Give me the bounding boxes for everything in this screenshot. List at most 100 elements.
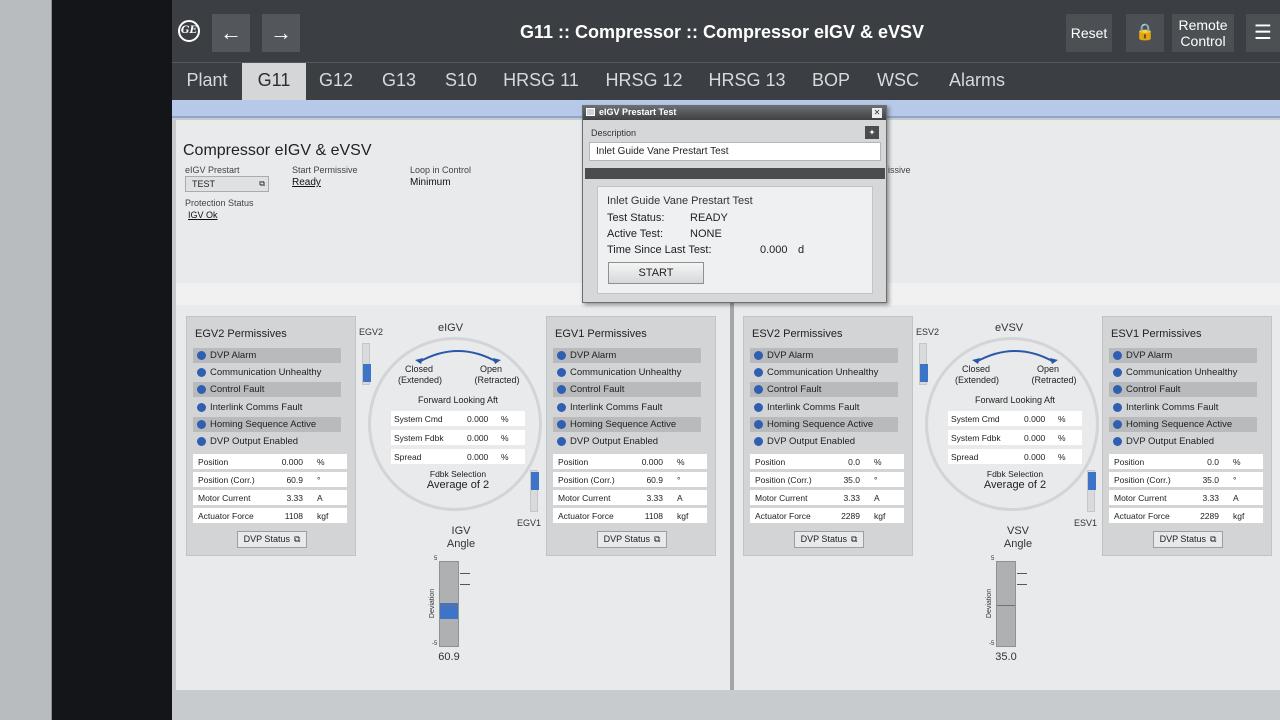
- permissive-row: Interlink Comms Fault: [193, 400, 341, 415]
- dial-value-row: Spread 0.000%: [948, 449, 1082, 464]
- permissive-row: DVP Alarm: [193, 348, 341, 363]
- limit-ticks: [460, 573, 470, 585]
- status-dot-icon: [1113, 419, 1122, 429]
- page-title: G11 :: Compressor :: Compressor eIGV & e…: [519, 22, 925, 42]
- arrow-right-icon: →: [270, 20, 292, 45]
- closed-label: Closed: [404, 364, 433, 374]
- angle-deviation-gauge: [996, 561, 1016, 647]
- close-icon[interactable]: ✕: [872, 108, 882, 118]
- menu-button[interactable]: ☰: [1246, 14, 1280, 52]
- tab-plant[interactable]: Plant: [176, 63, 238, 101]
- test-status-value: READY: [690, 212, 728, 224]
- dvp-status-button[interactable]: DVP Status ⧉: [597, 531, 667, 548]
- value-label: Position (Corr.): [198, 475, 255, 485]
- value-label: Position (Corr.): [1114, 475, 1171, 485]
- forward-button[interactable]: →: [262, 14, 300, 52]
- fdbk-selection-value: Average of 2: [983, 479, 1047, 491]
- value-number: 35.0: [843, 475, 860, 485]
- popup-icon: ⧉: [259, 179, 265, 188]
- permissive-row: Interlink Comms Fault: [1109, 400, 1257, 415]
- value-unit: A: [1233, 493, 1239, 503]
- tab-wsc[interactable]: WSC: [870, 63, 926, 101]
- value-row: Position 0.000%: [193, 454, 347, 469]
- description-field[interactable]: Inlet Guide Vane Prestart Test: [589, 142, 881, 161]
- start-button[interactable]: START: [608, 262, 704, 284]
- start-permissive-link[interactable]: Ready: [292, 177, 321, 188]
- dial-value-number: 0.000: [1024, 452, 1046, 462]
- tab-hrsg13[interactable]: HRSG 13: [702, 63, 792, 101]
- bottom-frame: [172, 690, 1280, 720]
- value-label: Position: [1114, 457, 1145, 467]
- dial-value-number: 0.000: [1024, 414, 1046, 424]
- left-actuator-label: ESV2: [916, 327, 940, 337]
- status-dot-icon: [557, 351, 566, 360]
- dial-value-label: Spread: [951, 452, 979, 462]
- value-number: 3.33: [843, 493, 860, 503]
- open-sub-label: (Retracted): [474, 375, 520, 385]
- dvp-status-label: DVP Status: [800, 534, 847, 544]
- value-number: 1108: [644, 511, 663, 521]
- monitor-edge: [52, 0, 172, 720]
- hamburger-menu-icon: ☰: [1254, 22, 1272, 44]
- tab-alarms[interactable]: Alarms: [936, 63, 1018, 101]
- closed-sub-label: (Extended): [397, 375, 443, 385]
- test-status-label: Test Status:: [607, 212, 665, 224]
- popup-icon: ⧉: [1209, 534, 1217, 544]
- permissive-row: Interlink Comms Fault: [553, 400, 701, 415]
- permissive-row: DVP Output Enabled: [1109, 434, 1257, 449]
- value-label: Position: [558, 457, 589, 467]
- dvp-status-button[interactable]: DVP Status ⧉: [1153, 531, 1223, 548]
- permissive-label: DVP Output Enabled: [767, 436, 856, 447]
- permissive-label: Interlink Comms Fault: [1126, 401, 1219, 413]
- tab-bop[interactable]: BOP: [804, 63, 858, 101]
- description-label: Description: [591, 128, 637, 138]
- permissive-label: Homing Sequence Active: [767, 418, 874, 430]
- reset-button[interactable]: Reset: [1066, 14, 1112, 52]
- value-row: Motor Current 3.33 A: [553, 490, 707, 505]
- status-dot-icon: [754, 351, 763, 360]
- value-row: Position (Corr.) 60.9 °: [553, 472, 707, 487]
- remote-control-button[interactable]: Remote Control: [1172, 14, 1234, 52]
- tab-hrsg12[interactable]: HRSG 12: [600, 63, 688, 101]
- pin-icon[interactable]: ✦: [865, 126, 879, 139]
- dvp-status-button[interactable]: DVP Status ⧉: [237, 531, 307, 548]
- section-heading: Compressor eIGV & eVSV: [183, 142, 372, 159]
- value-label: Actuator Force: [558, 511, 614, 521]
- tab-g13[interactable]: G13: [370, 63, 428, 101]
- value-unit: kgf: [677, 511, 689, 521]
- eigv-prestart-select[interactable]: TEST ⧉: [185, 176, 269, 192]
- value-unit: kgf: [1233, 511, 1245, 521]
- zero-line: [440, 605, 458, 606]
- eigv-prestart-label: eIGV Prestart: [185, 165, 240, 175]
- status-dot-icon: [557, 419, 566, 429]
- permissive-label: DVP Alarm: [210, 350, 257, 361]
- dvp-status-button[interactable]: DVP Status ⧉: [794, 531, 864, 548]
- tab-s10[interactable]: S10: [434, 63, 488, 101]
- dial-widget: Closed (Extended) Open (Retracted) Forward L…: [925, 337, 1099, 511]
- status-dot-icon: [197, 351, 206, 360]
- value-label: Position: [198, 457, 229, 467]
- value-row: Motor Current 3.33 A: [193, 490, 347, 505]
- tab-g11[interactable]: G11: [242, 63, 306, 101]
- value-row: Motor Current 3.33 A: [1109, 490, 1263, 505]
- dial-value-unit: %: [501, 433, 509, 443]
- dial-value-number: 0.000: [467, 414, 489, 424]
- status-dot-icon: [197, 437, 206, 446]
- tab-g12[interactable]: G12: [308, 63, 364, 101]
- dialog-titlebar[interactable]: eIGV Prestart Test: [583, 106, 886, 120]
- protection-status-link[interactable]: IGV Ok: [188, 210, 218, 220]
- angle-deviation-gauge: [439, 561, 459, 647]
- tab-hrsg11[interactable]: HRSG 11: [498, 63, 584, 101]
- value-row: Actuator Force 1108 kgf: [193, 508, 347, 523]
- value-row: Actuator Force 1108 kgf: [553, 508, 707, 523]
- right-position-fill: [531, 472, 539, 490]
- angle-label: VSV: [1006, 525, 1029, 537]
- back-button[interactable]: ←: [212, 14, 250, 52]
- value-label: Motor Current: [1114, 493, 1167, 503]
- dial-value-row: System Cmd 0.000%: [391, 411, 525, 426]
- value-label: Motor Current: [558, 493, 611, 503]
- lock-button[interactable]: 🔒: [1126, 14, 1164, 52]
- dial-value-row: System Cmd 0.000%: [948, 411, 1082, 426]
- angle-value: 35.0: [995, 651, 1017, 663]
- closed-label: Closed: [961, 364, 990, 374]
